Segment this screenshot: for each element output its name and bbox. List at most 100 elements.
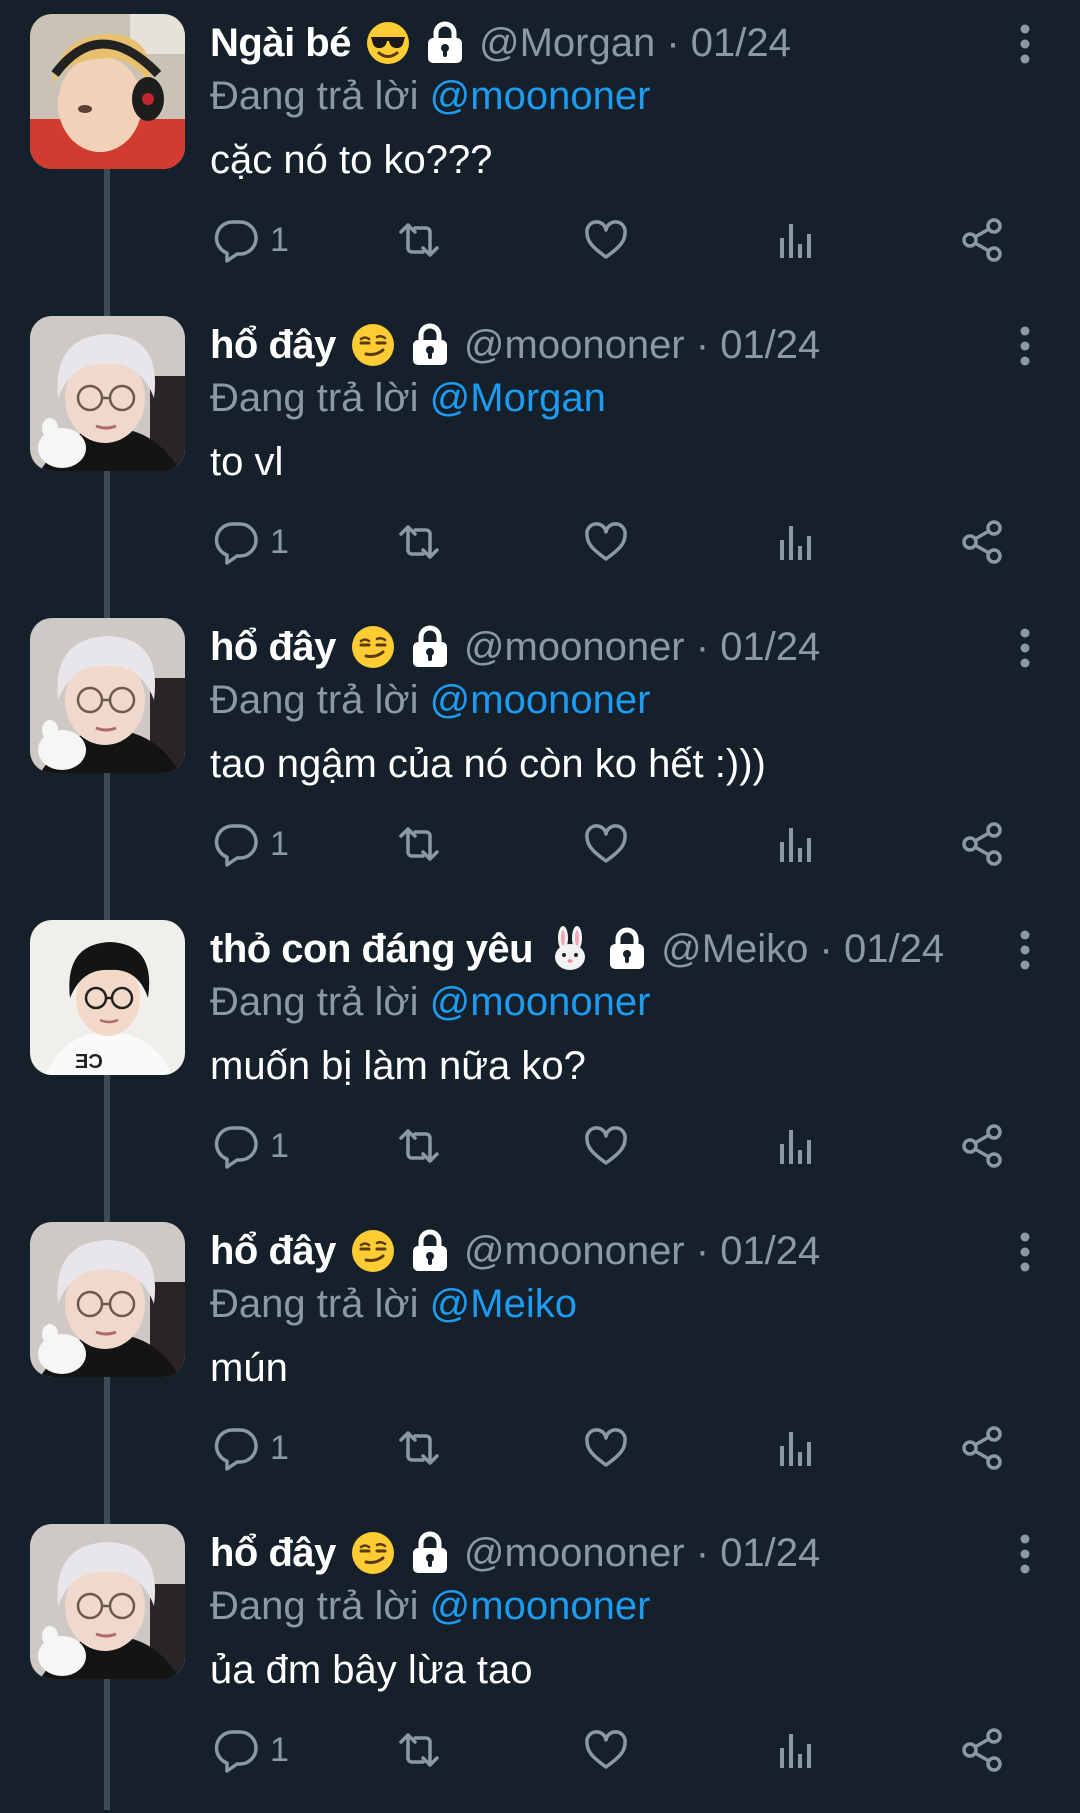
more-vertical-icon[interactable] [1010, 324, 1040, 368]
like-button[interactable] [582, 1418, 630, 1478]
replying-to-mention[interactable]: @moononer [430, 678, 651, 722]
tweet[interactable]: ƎƆ thỏ con đáng yêu @Meiko · 01/24 Đang … [0, 906, 1080, 1209]
retweet-button[interactable] [395, 814, 443, 874]
user-handle[interactable]: @moononer [464, 625, 685, 669]
display-name[interactable]: hổ đây [210, 1531, 336, 1576]
reply-button[interactable]: 1 [212, 1720, 289, 1780]
lock-icon [410, 323, 450, 367]
replying-to-label: Đang trả lời [210, 74, 419, 118]
display-name[interactable]: Ngài bé [210, 21, 351, 66]
heart-icon [582, 518, 630, 566]
lock-icon [410, 1229, 450, 1273]
replying-to-label: Đang trả lời [210, 376, 419, 420]
tweet-date[interactable]: 01/24 [720, 625, 820, 669]
retweet-button[interactable] [395, 1418, 443, 1478]
tweet-content: Ngài bé @Morgan · 01/24 Đang trả lời @mo… [210, 14, 1020, 186]
more-vertical-icon[interactable] [1010, 928, 1040, 972]
views-button[interactable] [772, 1418, 820, 1478]
tweet-text: to vl [210, 440, 284, 484]
reply-button[interactable]: 1 [212, 1116, 289, 1176]
tweet-header: thỏ con đáng yêu @Meiko · 01/24 [210, 920, 1020, 978]
like-button[interactable] [582, 210, 630, 270]
tweet[interactable]: hổ đây @moononer · 01/24 Đang trả lời @m… [0, 604, 1080, 907]
tweet-header: hổ đây @moononer · 01/24 [210, 1524, 1020, 1582]
reply-icon [212, 1726, 260, 1774]
display-name[interactable]: thỏ con đáng yêu [210, 927, 534, 972]
views-button[interactable] [772, 210, 820, 270]
lock-icon [425, 21, 465, 65]
tweet[interactable]: hổ đây @moononer · 01/24 Đang trả lời @M… [0, 1208, 1080, 1511]
avatar-person-dark-hair-glasses[interactable]: ƎƆ [30, 920, 185, 1075]
views-icon [772, 518, 820, 566]
tweet-date[interactable]: 01/24 [720, 1229, 820, 1273]
views-button[interactable] [772, 512, 820, 572]
reply-button[interactable]: 1 [212, 1418, 289, 1478]
share-icon [958, 1122, 1006, 1170]
lock-icon [607, 927, 647, 971]
tweet-header: hổ đây @moononer · 01/24 [210, 1222, 1020, 1280]
retweet-button[interactable] [395, 1720, 443, 1780]
reply-button[interactable]: 1 [212, 814, 289, 874]
user-handle[interactable]: @Morgan [479, 21, 655, 65]
tweet-actions: 1 [210, 1418, 1020, 1478]
avatar-person-light-hair-glasses[interactable] [30, 316, 185, 471]
dot-separator: · [684, 322, 721, 367]
tweet-date[interactable]: 01/24 [844, 927, 944, 971]
share-button[interactable] [958, 1116, 1006, 1176]
display-name[interactable]: hổ đây [210, 1229, 336, 1274]
tweet-date[interactable]: 01/24 [720, 1531, 820, 1575]
avatar-person-light-hair-glasses[interactable] [30, 1222, 185, 1377]
like-button[interactable] [582, 1116, 630, 1176]
share-button[interactable] [958, 1418, 1006, 1478]
like-button[interactable] [582, 512, 630, 572]
share-icon [958, 518, 1006, 566]
share-button[interactable] [958, 814, 1006, 874]
share-button[interactable] [958, 512, 1006, 572]
replying-to-mention[interactable]: @moononer [430, 980, 651, 1024]
share-button[interactable] [958, 1720, 1006, 1780]
replying-to-mention[interactable]: @moononer [430, 1584, 651, 1628]
tweet[interactable]: Ngài bé @Morgan · 01/24 Đang trả lời @mo… [0, 0, 1080, 303]
handle-and-date: @moononer · 01/24 [464, 1531, 820, 1576]
avatar-person-with-headset[interactable] [30, 14, 185, 169]
tweet[interactable]: hổ đây @moononer · 01/24 Đang trả lời @M… [0, 302, 1080, 605]
user-handle[interactable]: @moononer [464, 1531, 685, 1575]
replying-to-mention[interactable]: @Morgan [430, 376, 606, 420]
more-vertical-icon[interactable] [1010, 22, 1040, 66]
share-button[interactable] [958, 210, 1006, 270]
retweet-button[interactable] [395, 210, 443, 270]
like-button[interactable] [582, 814, 630, 874]
tweet-date[interactable]: 01/24 [720, 323, 820, 367]
replying-to-mention[interactable]: @Meiko [430, 1282, 577, 1326]
more-vertical-icon[interactable] [1010, 626, 1040, 670]
more-vertical-icon[interactable] [1010, 1532, 1040, 1576]
user-handle[interactable]: @Meiko [661, 927, 808, 971]
views-button[interactable] [772, 814, 820, 874]
tweet-header: hổ đây @moononer · 01/24 [210, 316, 1020, 374]
retweet-button[interactable] [395, 512, 443, 572]
like-button[interactable] [582, 1720, 630, 1780]
avatar-person-light-hair-glasses[interactable] [30, 618, 185, 773]
avatar-person-light-hair-glasses[interactable] [30, 1524, 185, 1679]
replying-to-mention[interactable]: @moononer [430, 74, 651, 118]
retweet-icon [395, 1424, 443, 1472]
replying-to-label: Đang trả lời [210, 980, 419, 1024]
reply-button[interactable]: 1 [212, 210, 289, 270]
replying-to: Đang trả lời @moononer [210, 978, 1020, 1026]
more-vertical-icon[interactable] [1010, 1230, 1040, 1274]
user-handle[interactable]: @moononer [464, 1229, 685, 1273]
handle-and-date: @moononer · 01/24 [464, 1229, 820, 1274]
views-button[interactable] [772, 1116, 820, 1176]
tweet-actions: 1 [210, 1116, 1020, 1176]
user-handle[interactable]: @moononer [464, 323, 685, 367]
retweet-button[interactable] [395, 1116, 443, 1176]
dot-separator: · [684, 1530, 721, 1575]
views-button[interactable] [772, 1720, 820, 1780]
reply-button[interactable]: 1 [212, 512, 289, 572]
display-name[interactable]: hổ đây [210, 625, 336, 670]
tweet[interactable]: hổ đây @moononer · 01/24 Đang trả lời @m… [0, 1510, 1080, 1813]
tweet-date[interactable]: 01/24 [691, 21, 791, 65]
handle-and-date: @moononer · 01/24 [464, 625, 820, 670]
display-name[interactable]: hổ đây [210, 323, 336, 368]
replying-to-label: Đang trả lời [210, 678, 419, 722]
